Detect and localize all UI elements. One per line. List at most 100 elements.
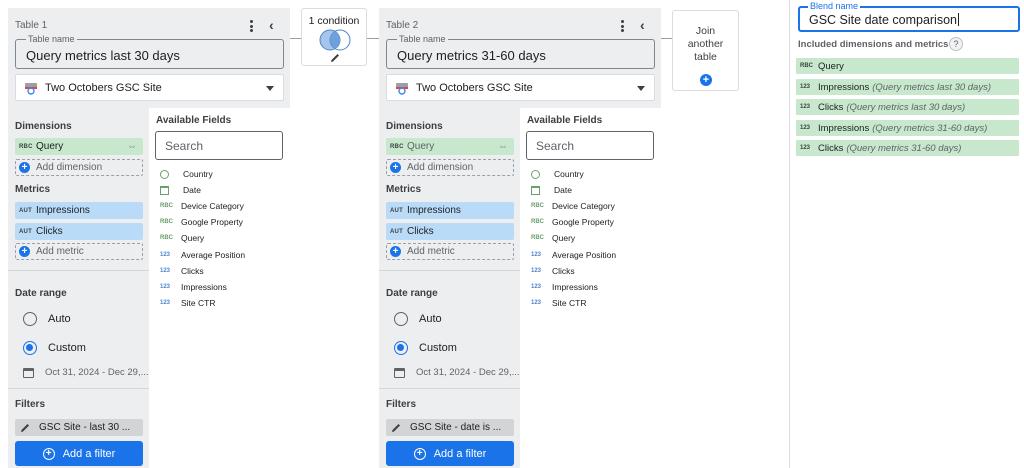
number-type-icon: 123 [531, 252, 542, 258]
radio-custom[interactable] [394, 341, 408, 355]
field-label: Site CTR [552, 298, 587, 308]
blend-name-field[interactable]: Blend name GSC Site date comparison [798, 0, 1020, 32]
blend-name-value: GSC Site date comparison [809, 13, 957, 27]
search-input[interactable] [536, 139, 646, 153]
field-item[interactable]: Date [531, 183, 572, 197]
pencil-icon[interactable] [390, 422, 402, 434]
data-source-select[interactable]: Two Octobers GSC Site [15, 74, 284, 101]
field-label: Site CTR [181, 298, 216, 308]
metric-chip-impressions[interactable]: AUT Impressions [386, 202, 514, 219]
table-name-value[interactable]: Query metrics last 30 days [26, 48, 180, 63]
field-search-box[interactable] [155, 131, 283, 160]
field-item[interactable]: Country [531, 167, 584, 181]
plus-circle-icon: + [42, 447, 55, 460]
globe-icon [160, 169, 169, 179]
metric-chip-clicks[interactable]: AUT Clicks [386, 223, 514, 240]
field-item[interactable]: 123 Average Position [160, 248, 245, 262]
collapse-chevron-icon[interactable]: ‹ [640, 17, 645, 33]
field-label: Google Property [181, 217, 243, 227]
collapse-chevron-icon[interactable]: ‹ [269, 17, 274, 33]
blend-name-input[interactable]: GSC Site date comparison [809, 13, 959, 27]
number-type-icon: 123 [531, 268, 542, 274]
join-another-table-button[interactable]: Join another table + [672, 10, 739, 91]
included-item[interactable]: 123 Impressions (Query metrics 31-60 day… [796, 120, 1019, 136]
calendar-icon [160, 185, 169, 195]
add-dimension-button[interactable]: + Add dimension [15, 159, 143, 176]
field-item[interactable]: RBC Query [531, 231, 575, 245]
add-dimension-button[interactable]: + Add dimension [386, 159, 514, 176]
field-item[interactable]: 123 Clicks [531, 264, 575, 278]
radio-auto[interactable] [394, 312, 408, 326]
blend-name-label: Blend name [808, 0, 861, 12]
metric-chip-clicks[interactable]: AUT Clicks [15, 223, 143, 240]
filter-label: GSC Site - date is ... [410, 422, 502, 433]
field-item[interactable]: 123 Site CTR [160, 296, 215, 310]
included-item-source: (Query metrics last 30 days) [872, 81, 992, 93]
plus-circle-icon: + [413, 447, 426, 460]
join-label-line: table [694, 51, 717, 63]
data-source-name: Two Octobers GSC Site [45, 82, 162, 94]
date-range-value[interactable]: Oct 31, 2024 - Dec 29,... [45, 367, 149, 378]
add-metric-button[interactable]: + Add metric [15, 243, 143, 260]
filter-chip[interactable]: GSC Site - last 30 ... [15, 419, 143, 436]
field-item[interactable]: RBC Google Property [531, 215, 614, 229]
table-name-field[interactable]: Table name Query metrics last 30 days [15, 33, 284, 69]
field-item[interactable]: 123 Impressions [160, 280, 227, 294]
field-item[interactable]: 123 Impressions [531, 280, 598, 294]
field-item[interactable]: Country [160, 167, 213, 181]
search-input[interactable] [165, 139, 275, 153]
table-name-value[interactable]: Query metrics 31-60 days [397, 48, 546, 63]
help-icon[interactable]: ? [949, 37, 963, 51]
number-type-icon: 123 [531, 300, 542, 306]
radio-auto-label: Auto [419, 313, 442, 325]
field-item[interactable]: RBC Device Category [160, 199, 244, 213]
included-label: Included dimensions and metrics [798, 39, 949, 50]
calendar-icon [394, 368, 405, 378]
included-item[interactable]: RBC Query [796, 58, 1019, 74]
included-item[interactable]: 123 Clicks (Query metrics last 30 days) [796, 99, 1019, 115]
field-label: Date [554, 185, 572, 195]
join-condition-button[interactable]: 1 condition [301, 8, 367, 66]
pencil-icon[interactable] [329, 52, 341, 64]
number-type-icon: 123 [160, 252, 171, 258]
text-type-icon: RBC [160, 235, 173, 241]
add-metric-button[interactable]: + Add metric [386, 243, 514, 260]
join-label-line: Join [695, 25, 716, 37]
text-type-icon: RBC [531, 235, 544, 241]
field-item[interactable]: RBC Query [160, 231, 204, 245]
dimension-chip-query[interactable]: RBC Query ⇔ [386, 138, 514, 155]
field-item[interactable]: Date [160, 183, 201, 197]
metric-chip-impressions[interactable]: AUT Impressions [15, 202, 143, 219]
add-filter-button[interactable]: + Add a filter [15, 441, 143, 466]
data-source-select[interactable]: Two Octobers GSC Site [386, 74, 655, 101]
field-item[interactable]: 123 Average Position [531, 248, 616, 262]
field-search-box[interactable] [526, 131, 654, 160]
included-item[interactable]: 123 Impressions (Query metrics last 30 d… [796, 79, 1019, 95]
radio-custom[interactable] [23, 341, 37, 355]
field-item[interactable]: RBC Google Property [160, 215, 243, 229]
more-vert-icon[interactable] [617, 18, 627, 34]
pencil-icon[interactable] [19, 422, 31, 434]
table-2-panel: Table 2 ‹ Table name Query metrics 31-60… [379, 8, 661, 468]
more-vert-icon[interactable] [246, 18, 256, 34]
field-item[interactable]: 123 Clicks [160, 264, 204, 278]
field-item[interactable]: RBC Device Category [531, 199, 615, 213]
table-title: Table 1 [15, 20, 48, 31]
date-range-value[interactable]: Oct 31, 2024 - Dec 29,... [416, 367, 520, 378]
included-item[interactable]: 123 Clicks (Query metrics 31-60 days) [796, 140, 1019, 156]
link-icon[interactable]: ⇔ [127, 141, 137, 152]
filter-chip[interactable]: GSC Site - date is ... [386, 419, 514, 436]
field-item[interactable]: 123 Site CTR [531, 296, 586, 310]
add-filter-button[interactable]: + Add a filter [386, 441, 514, 466]
table-name-field[interactable]: Table name Query metrics 31-60 days [386, 33, 655, 69]
add-metric-label: Add metric [36, 246, 84, 257]
radio-auto[interactable] [23, 312, 37, 326]
table-1-panel: Table 1 ‹ Table name Query metrics last … [8, 8, 290, 468]
field-label: Average Position [552, 250, 617, 260]
link-icon[interactable]: ⇔ [498, 141, 508, 152]
add-filter-label: Add a filter [433, 447, 487, 460]
filters-label: Filters [15, 399, 46, 410]
radio-custom-label: Custom [48, 342, 86, 354]
table-config-panel: Dimensions RBC Query ⇔ + Add dimension M… [8, 108, 149, 468]
dimension-chip-query[interactable]: RBC Query ⇔ [15, 138, 143, 155]
